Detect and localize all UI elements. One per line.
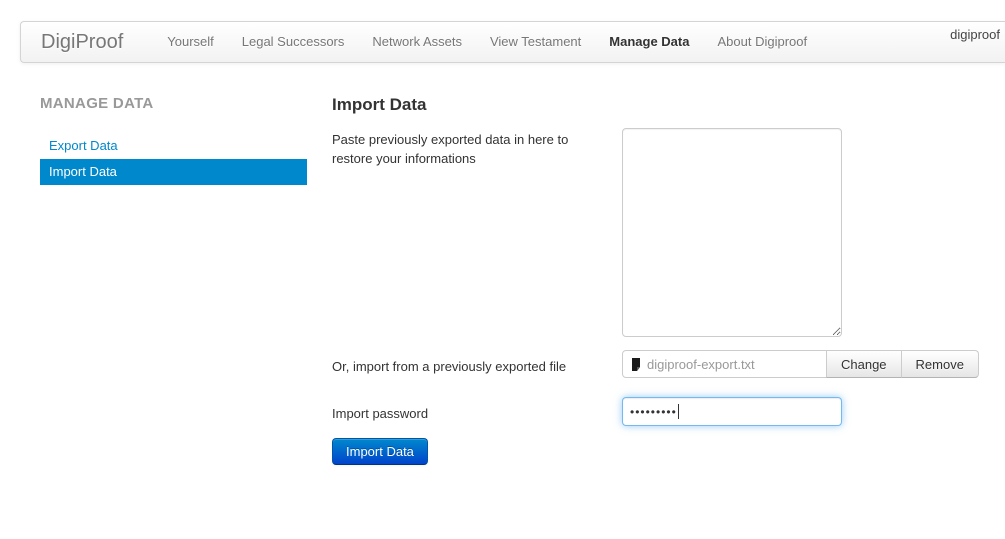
content-area: MANAGE DATA Export Data Import Data Impo… bbox=[0, 95, 1005, 478]
import-data-submit-button[interactable]: Import Data bbox=[332, 438, 428, 465]
paste-data-row: Paste previously exported data in here t… bbox=[332, 128, 1005, 337]
logged-in-user: digiproof bbox=[950, 27, 1000, 42]
nav-item-legal-successors: Legal Successors bbox=[228, 22, 359, 62]
file-import-label: Or, import from a previously exported fi… bbox=[332, 350, 622, 378]
sidebar-item-import-data: Import Data bbox=[40, 159, 307, 185]
selected-file-box: digiproof-export.txt bbox=[622, 350, 827, 378]
nav-item-view-testament: View Testament bbox=[476, 22, 595, 62]
nav-item-yourself: Yourself bbox=[153, 22, 228, 62]
submit-row: Import Data bbox=[332, 438, 1005, 465]
file-import-row: Or, import from a previously exported fi… bbox=[332, 350, 1005, 378]
nav-item-network-assets: Network Assets bbox=[358, 22, 476, 62]
main-content: Import Data Paste previously exported da… bbox=[332, 95, 1005, 478]
change-file-button[interactable]: Change bbox=[826, 350, 902, 378]
text-cursor bbox=[678, 404, 679, 419]
sidebar: MANAGE DATA Export Data Import Data bbox=[40, 95, 307, 478]
nav-link-network-assets[interactable]: Network Assets bbox=[358, 22, 476, 62]
selected-file-name: digiproof-export.txt bbox=[647, 357, 755, 372]
navbar: DigiProof Yourself Legal Successors Netw… bbox=[20, 21, 1005, 63]
import-password-input[interactable]: ••••••••• bbox=[622, 397, 842, 426]
remove-file-button[interactable]: Remove bbox=[901, 350, 979, 378]
nav-link-legal-successors[interactable]: Legal Successors bbox=[228, 22, 359, 62]
sidebar-nav: Export Data Import Data bbox=[40, 133, 307, 185]
paste-data-textarea[interactable] bbox=[622, 128, 842, 337]
sidebar-item-export-data: Export Data bbox=[40, 133, 307, 159]
nav-link-manage-data[interactable]: Manage Data bbox=[595, 22, 703, 62]
nav-link-about-digiproof[interactable]: About Digiproof bbox=[703, 22, 821, 62]
nav-link-view-testament[interactable]: View Testament bbox=[476, 22, 595, 62]
page-title: Import Data bbox=[332, 95, 1005, 115]
nav-item-about-digiproof: About Digiproof bbox=[703, 22, 821, 62]
password-label: Import password bbox=[332, 397, 622, 426]
sidebar-link-export-data[interactable]: Export Data bbox=[40, 133, 307, 159]
nav-link-yourself[interactable]: Yourself bbox=[153, 22, 228, 62]
password-row: Import password ••••••••• bbox=[332, 397, 1005, 426]
sidebar-heading: MANAGE DATA bbox=[40, 95, 307, 112]
brand-digiproof[interactable]: DigiProof bbox=[21, 31, 143, 54]
nav-menu: Yourself Legal Successors Network Assets… bbox=[153, 22, 821, 62]
file-input-widget: digiproof-export.txt Change Remove bbox=[622, 350, 979, 378]
sidebar-link-import-data[interactable]: Import Data bbox=[40, 159, 307, 185]
paste-data-label: Paste previously exported data in here t… bbox=[332, 128, 622, 337]
file-icon bbox=[631, 358, 641, 371]
password-masked-value: ••••••••• bbox=[630, 406, 677, 418]
nav-item-manage-data: Manage Data bbox=[595, 22, 703, 62]
